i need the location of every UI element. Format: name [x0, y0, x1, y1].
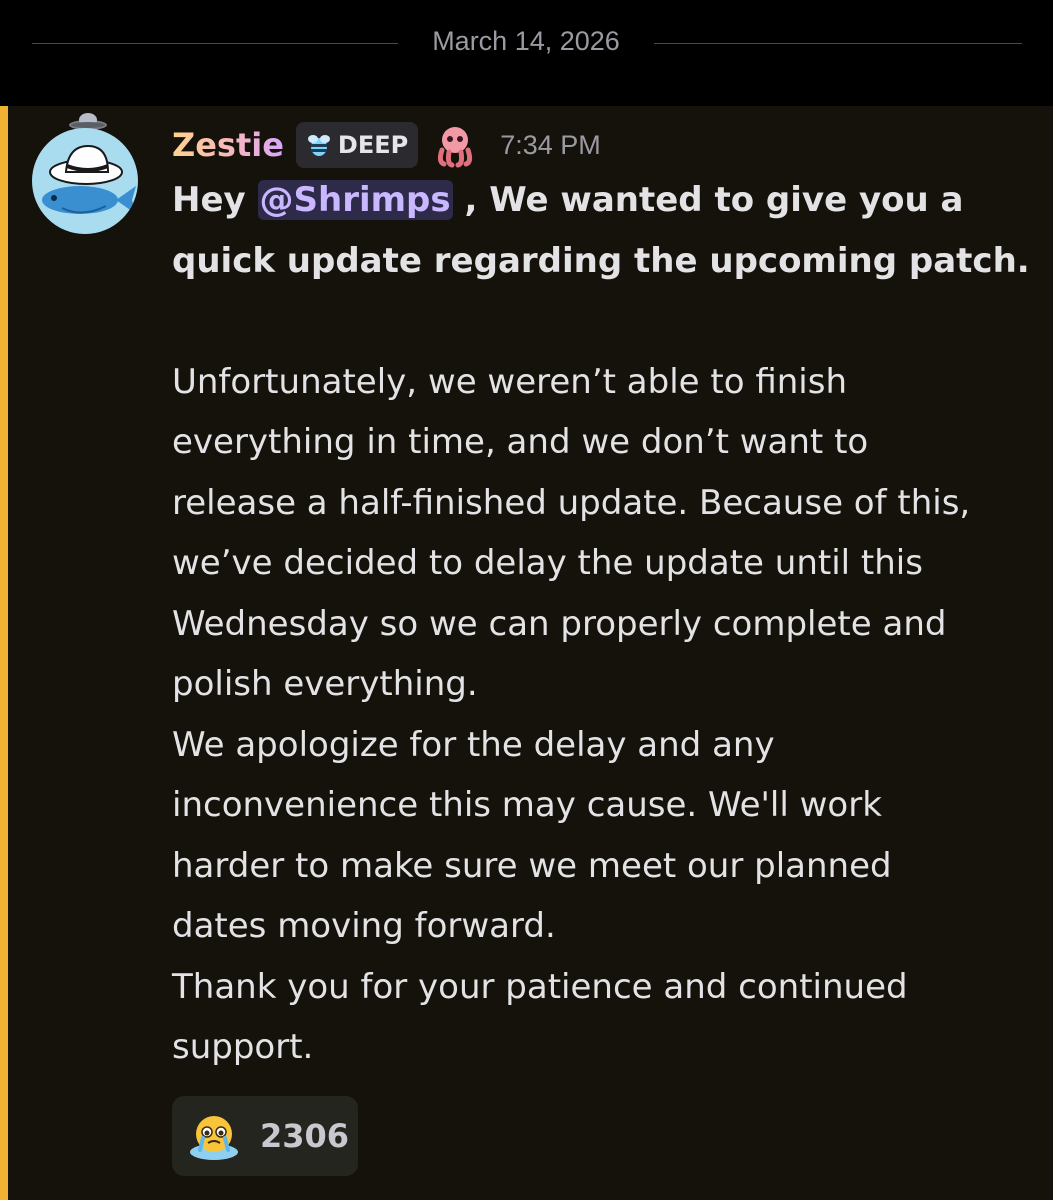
date-divider: March 14, 2026 — [0, 0, 1053, 106]
greeting-prefix: Hey — [172, 180, 258, 220]
message-line: dates moving forward. — [172, 906, 556, 946]
username[interactable]: Zestie — [172, 126, 284, 164]
message-line: quick update regarding the upcoming patc… — [172, 240, 1030, 281]
message-line: Thank you for your patience and continue… — [172, 966, 908, 1007]
message-content: Hey @Shrimps , We wanted to give you a q… — [172, 170, 1032, 1078]
reaction-button[interactable]: 2306 — [172, 1096, 358, 1176]
message-line: Hey @Shrimps , We wanted to give you a — [172, 170, 1032, 231]
reaction-count: 2306 — [260, 1117, 350, 1155]
fish-hat-avatar-icon — [42, 144, 136, 214]
message-line: we’ve decided to delay the update until … — [172, 543, 923, 583]
divider-line-right — [654, 43, 1022, 44]
avatar-image — [32, 128, 138, 234]
crying-face-emoji-icon — [190, 1116, 238, 1160]
message-line: inconvenience this may cause. We'll work — [172, 785, 882, 825]
avatar[interactable] — [32, 113, 140, 234]
divider-line-left — [32, 43, 398, 44]
octopus-role-icon — [438, 127, 473, 168]
greeting-suffix: , We wanted to give you a — [452, 180, 964, 220]
date-divider-text: March 14, 2026 — [432, 26, 620, 56]
message-line: everything in time, and we don’t want to — [172, 422, 869, 462]
message-line: Wednesday so we can properly complete an… — [172, 603, 947, 644]
message-line: We apologize for the delay and any — [172, 724, 775, 765]
message-timestamp[interactable]: 7:34 PM — [500, 130, 601, 161]
message-header: Zestie DEEP 7:34 PM — [172, 120, 601, 170]
message-line: Unfortunately, we weren’t able to finish — [172, 361, 847, 402]
message: Zestie DEEP 7:34 PM Hey @Shrimps , We wa… — [0, 106, 1053, 1200]
server-tag[interactable]: DEEP — [295, 122, 419, 168]
message-line: release a half-finished update. Because … — [172, 482, 971, 523]
message-line: support. — [172, 1027, 314, 1067]
highlight-accent-bar — [0, 106, 8, 1200]
message-line: harder to make sure we meet our planned — [172, 845, 892, 886]
server-tag-label: DEEP — [337, 131, 409, 159]
bee-icon — [307, 135, 330, 156]
user-mention[interactable]: @Shrimps — [257, 180, 453, 220]
message-line: polish everything. — [172, 664, 478, 704]
